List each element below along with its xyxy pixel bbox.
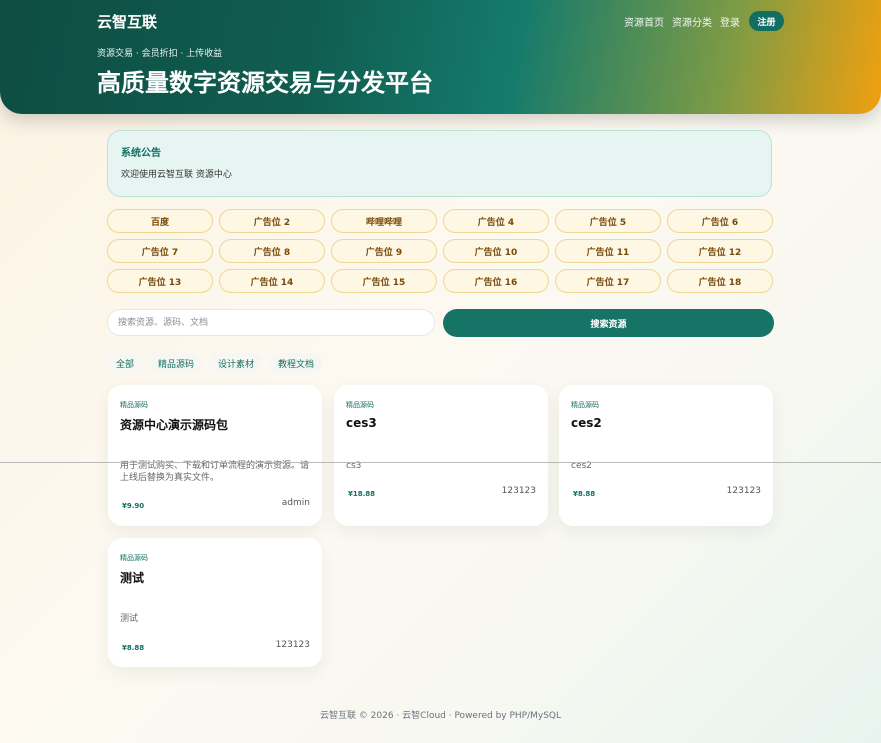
ad-slot[interactable]: 广告位 6	[667, 209, 773, 233]
search-button[interactable]: 搜索资源	[443, 309, 774, 337]
ad-slot[interactable]: 广告位 4	[443, 209, 549, 233]
nav-home-link[interactable]: 资源首页	[624, 14, 664, 29]
card-title[interactable]: ces3	[346, 416, 377, 430]
ad-slot[interactable]: 广告位 7	[107, 239, 213, 263]
card-description: 测试	[120, 614, 139, 624]
category-chip-all[interactable]: 全部	[107, 353, 144, 373]
register-button[interactable]: 注册	[749, 11, 784, 31]
resource-card[interactable]: 精品源码 ces2 ces2 ¥8.88 123123	[559, 385, 773, 526]
ad-slot[interactable]: 广告位 17	[555, 269, 661, 293]
hero-title: 高质量数字资源交易与分发平台	[97, 69, 433, 97]
ad-slot[interactable]: 广告位 5	[555, 209, 661, 233]
category-filters: 全部 精品源码 设计素材 教程文档	[107, 353, 329, 373]
resource-card[interactable]: 精品源码 资源中心演示源码包 用于测试购买、下载和订单流程的演示资源。请上线后替…	[108, 385, 322, 526]
ad-grid: 百度 广告位 2 哔哩哔哩 广告位 4 广告位 5 广告位 6 广告位 7 广告…	[107, 209, 774, 293]
nav-categories-link[interactable]: 资源分类	[672, 14, 712, 29]
card-title[interactable]: 测试	[120, 569, 144, 586]
card-author: 123123	[501, 486, 536, 496]
ad-slot[interactable]: 百度	[107, 209, 213, 233]
ad-slot[interactable]: 广告位 14	[219, 269, 325, 293]
search-input[interactable]	[107, 309, 435, 336]
ad-slot[interactable]: 广告位 2	[219, 209, 325, 233]
card-title[interactable]: ces2	[571, 416, 602, 430]
card-price: ¥8.88	[573, 490, 596, 498]
resource-card[interactable]: 精品源码 ces3 cs3 ¥18.88 123123	[334, 385, 548, 526]
category-chip-docs[interactable]: 教程文档	[269, 353, 324, 373]
card-title[interactable]: 资源中心演示源码包	[120, 416, 228, 433]
ad-slot[interactable]: 广告位 9	[331, 239, 437, 263]
hero-subtitle: 资源交易 · 会员折扣 · 上传收益	[97, 49, 223, 59]
ad-slot[interactable]: 广告位 18	[667, 269, 773, 293]
ad-slot[interactable]: 广告位 13	[107, 269, 213, 293]
ad-slot[interactable]: 哔哩哔哩	[331, 209, 437, 233]
card-price: ¥18.88	[348, 490, 376, 498]
card-price: ¥9.90	[122, 502, 145, 510]
notice-text: 欢迎使用云智互联 资源中心	[121, 170, 232, 180]
resource-card[interactable]: 精品源码 测试 测试 ¥8.88 123123	[108, 538, 322, 667]
ad-slot[interactable]: 广告位 8	[219, 239, 325, 263]
ad-slot[interactable]: 广告位 10	[443, 239, 549, 263]
card-category-tag: 精品源码	[346, 401, 374, 409]
brand-logo[interactable]: 云智互联	[97, 11, 157, 32]
card-price: ¥8.88	[122, 644, 145, 652]
card-description: 用于测试购买、下载和订单流程的演示资源。请上线后替换为真实文件。	[120, 461, 310, 483]
ad-slot[interactable]: 广告位 11	[555, 239, 661, 263]
horizontal-divider	[0, 462, 881, 463]
card-category-tag: 精品源码	[120, 554, 148, 562]
card-author: 123123	[275, 640, 310, 650]
category-chip-design[interactable]: 设计素材	[209, 353, 264, 373]
category-chip-source[interactable]: 精品源码	[149, 353, 204, 373]
card-author: admin	[281, 498, 310, 508]
footer-text: 云智互联 © 2026 · 云智Cloud · Powered by PHP/M…	[319, 711, 562, 721]
card-author: 123123	[726, 486, 761, 496]
card-category-tag: 精品源码	[571, 401, 599, 409]
notice-title: 系统公告	[121, 148, 161, 159]
hero-banner: 云智互联 资源首页 资源分类 登录 注册 资源交易 · 会员折扣 · 上传收益 …	[0, 0, 881, 114]
top-nav: 资源首页 资源分类 登录 注册	[616, 11, 784, 31]
ad-slot[interactable]: 广告位 12	[667, 239, 773, 263]
system-notice: 系统公告 欢迎使用云智互联 资源中心	[107, 130, 772, 197]
card-category-tag: 精品源码	[120, 401, 148, 409]
ad-slot[interactable]: 广告位 15	[331, 269, 437, 293]
ad-slot[interactable]: 广告位 16	[443, 269, 549, 293]
nav-login-link[interactable]: 登录	[720, 14, 740, 29]
